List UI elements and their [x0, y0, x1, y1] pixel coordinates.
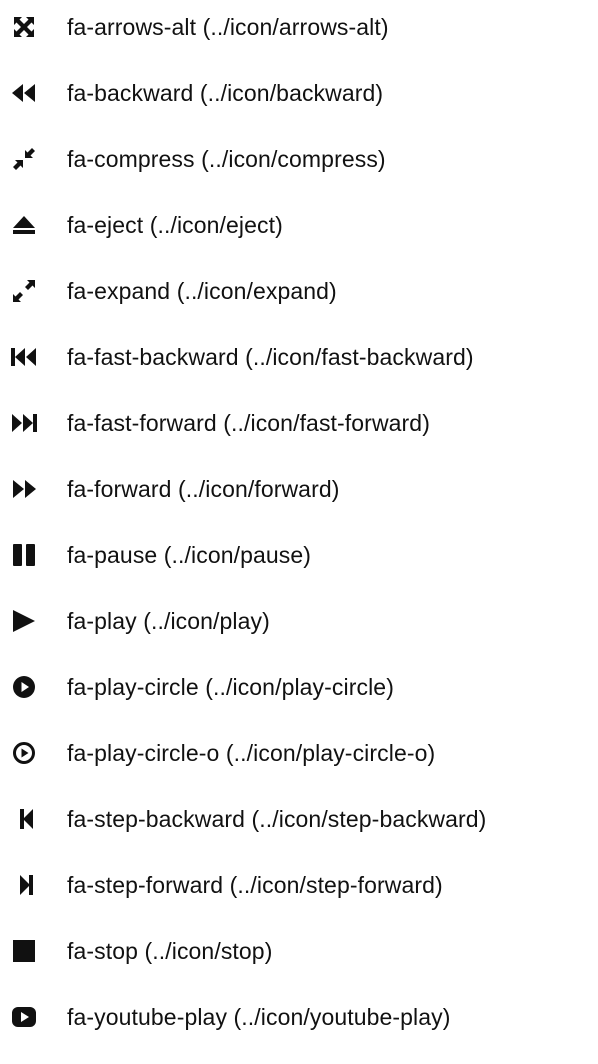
- list-item: fa-step-backward (../icon/step-backward): [0, 799, 598, 839]
- icon-link[interactable]: fa-step-backward (../icon/step-backward): [67, 799, 486, 839]
- youtube-play-icon: [8, 997, 40, 1037]
- forward-icon: [8, 469, 40, 509]
- list-item: fa-fast-forward (../icon/fast-forward): [0, 403, 598, 443]
- play-circle-o-icon: [8, 733, 40, 773]
- icon-link[interactable]: fa-play (../icon/play): [67, 601, 270, 641]
- play-icon: [8, 601, 40, 641]
- icon-link[interactable]: fa-backward (../icon/backward): [67, 73, 383, 113]
- icon-link[interactable]: fa-forward (../icon/forward): [67, 469, 340, 509]
- icon-link[interactable]: fa-stop (../icon/stop): [67, 931, 272, 971]
- expand-icon: [8, 271, 40, 311]
- list-item: fa-play-circle (../icon/play-circle): [0, 667, 598, 707]
- list-item: fa-play-circle-o (../icon/play-circle-o): [0, 733, 598, 773]
- stop-icon: [8, 931, 40, 971]
- icon-link[interactable]: fa-step-forward (../icon/step-forward): [67, 865, 443, 905]
- arrows-alt-icon: [8, 7, 40, 47]
- list-item: fa-stop (../icon/stop): [0, 931, 598, 971]
- compress-icon: [8, 139, 40, 179]
- list-item: fa-arrows-alt (../icon/arrows-alt): [0, 7, 598, 47]
- fast-forward-icon: [8, 403, 40, 443]
- step-backward-icon: [8, 799, 40, 839]
- icon-link[interactable]: fa-play-circle (../icon/play-circle): [67, 667, 394, 707]
- list-item: fa-forward (../icon/forward): [0, 469, 598, 509]
- step-forward-icon: [8, 865, 40, 905]
- pause-icon: [8, 535, 40, 575]
- list-item: fa-backward (../icon/backward): [0, 73, 598, 113]
- list-item: fa-expand (../icon/expand): [0, 271, 598, 311]
- list-item: fa-fast-backward (../icon/fast-backward): [0, 337, 598, 377]
- list-item: fa-play (../icon/play): [0, 601, 598, 641]
- backward-icon: [8, 73, 40, 113]
- list-item: fa-pause (../icon/pause): [0, 535, 598, 575]
- icon-link[interactable]: fa-arrows-alt (../icon/arrows-alt): [67, 7, 389, 47]
- play-circle-icon: [8, 667, 40, 707]
- icon-link[interactable]: fa-youtube-play (../icon/youtube-play): [67, 997, 451, 1037]
- icon-link[interactable]: fa-expand (../icon/expand): [67, 271, 337, 311]
- icon-link[interactable]: fa-play-circle-o (../icon/play-circle-o): [67, 733, 435, 773]
- icon-link[interactable]: fa-pause (../icon/pause): [67, 535, 311, 575]
- list-item: fa-step-forward (../icon/step-forward): [0, 865, 598, 905]
- list-item: fa-youtube-play (../icon/youtube-play): [0, 997, 598, 1037]
- fast-backward-icon: [8, 337, 40, 377]
- icon-link[interactable]: fa-fast-forward (../icon/fast-forward): [67, 403, 430, 443]
- list-item: fa-compress (../icon/compress): [0, 139, 598, 179]
- icon-link[interactable]: fa-compress (../icon/compress): [67, 139, 386, 179]
- list-item: fa-eject (../icon/eject): [0, 205, 598, 245]
- icon-link[interactable]: fa-eject (../icon/eject): [67, 205, 283, 245]
- icon-link[interactable]: fa-fast-backward (../icon/fast-backward): [67, 337, 474, 377]
- eject-icon: [8, 205, 40, 245]
